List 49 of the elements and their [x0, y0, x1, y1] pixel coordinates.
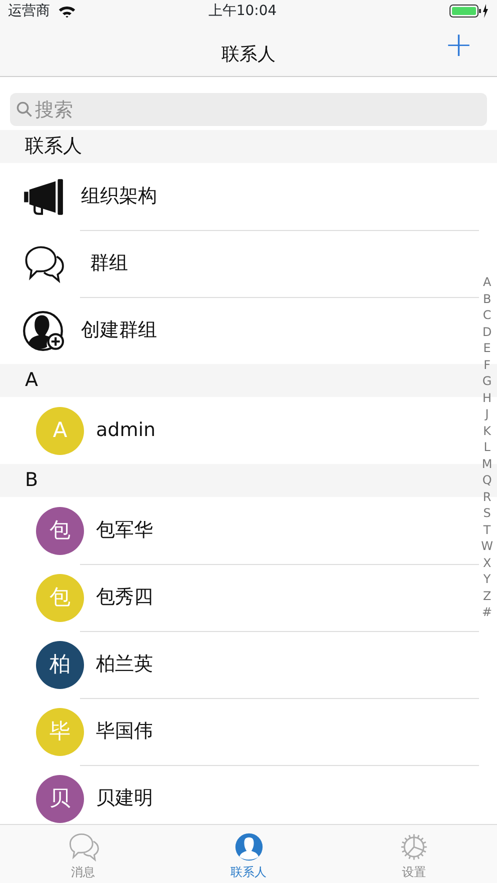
contact-name[interactable]: 包军华: [96, 516, 153, 545]
index-letter[interactable]: H: [482, 390, 492, 406]
avatar: 包: [36, 574, 84, 622]
tab[interactable]: 设置: [331, 825, 497, 883]
menu-item[interactable]: 创建群组: [81, 316, 157, 345]
index-letter[interactable]: M: [482, 456, 492, 472]
avatar: 贝: [36, 774, 84, 822]
battery-icon: [449, 3, 489, 19]
person-add-icon: [22, 310, 64, 352]
menu-item[interactable]: 组织架构: [81, 182, 157, 211]
avatar: 毕: [36, 708, 84, 756]
search-field[interactable]: 搜索: [10, 93, 487, 126]
index-letter[interactable]: A: [482, 274, 492, 290]
nav-title: 联系人: [222, 43, 276, 67]
index-letter[interactable]: T: [483, 522, 491, 538]
index-letter[interactable]: C: [482, 307, 492, 324]
avatar: 包: [36, 506, 84, 554]
search-icon: [16, 101, 33, 118]
avatar: A: [36, 406, 84, 454]
contact-name[interactable]: 贝建明: [96, 784, 153, 813]
tab[interactable]: 联系人: [166, 825, 332, 883]
index-letter[interactable]: X: [482, 554, 492, 571]
contact-name[interactable]: 包秀四: [96, 583, 153, 612]
wifi-icon: [58, 4, 76, 18]
index-letter[interactable]: F: [484, 356, 491, 373]
index-letter[interactable]: R: [482, 488, 492, 505]
index-letter[interactable]: J: [485, 406, 489, 422]
index-letter[interactable]: K: [483, 422, 491, 439]
avatar: 柏: [36, 640, 84, 688]
index-letter[interactable]: G: [482, 373, 492, 390]
section-header: 联系人: [0, 130, 497, 163]
index-letter[interactable]: D: [482, 324, 492, 340]
tab[interactable]: 消息: [0, 825, 166, 883]
index-letter[interactable]: W: [481, 538, 493, 554]
add-button[interactable]: +: [440, 28, 477, 62]
index-letter[interactable]: S: [483, 505, 491, 522]
index-letter[interactable]: L: [484, 439, 490, 456]
menu-item[interactable]: 群组: [90, 249, 128, 278]
carrier-label: 运营商: [8, 2, 50, 20]
index-letter[interactable]: Z: [482, 588, 492, 604]
index-letter[interactable]: B: [482, 290, 492, 307]
index-letter[interactable]: E: [483, 340, 491, 356]
contact-name[interactable]: 柏兰英: [96, 650, 153, 679]
index-letter[interactable]: #: [482, 604, 492, 620]
contact-name[interactable]: 毕国伟: [96, 717, 153, 746]
contact-name[interactable]: admin: [96, 416, 156, 445]
index-letter[interactable]: Y: [483, 571, 491, 588]
time-label: 上午10:04: [207, 2, 278, 20]
index-letter[interactable]: Q: [482, 472, 492, 488]
